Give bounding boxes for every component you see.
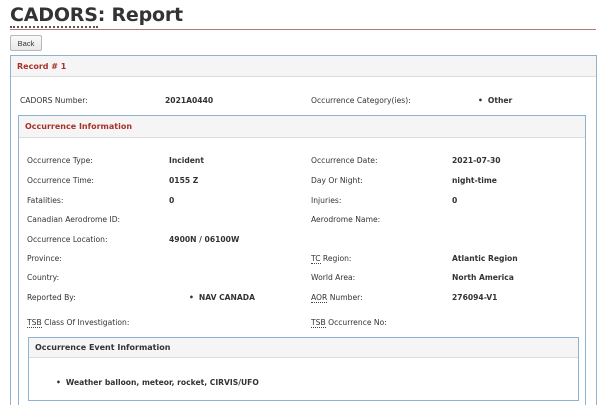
occurrence-information-header: Occurrence Information	[19, 116, 585, 138]
country-label: Country:	[27, 273, 60, 282]
tsb-occurrence-label-rest: Occurrence No:	[325, 318, 387, 327]
aor-number-label: AOR Number:	[311, 293, 363, 303]
day-or-night-label: Day Or Night:	[311, 176, 363, 185]
cadors-number-value: 2021A0440	[165, 96, 214, 105]
world-area-label: World Area:	[311, 273, 356, 282]
tc-region-label-rest: Region:	[320, 254, 352, 263]
back-button[interactable]: Back	[10, 35, 42, 51]
aor-number-value: 276094-V1	[452, 293, 498, 302]
occurrence-event-information-panel: Occurrence Event Information	[28, 337, 579, 401]
aerodrome-name-label: Aerodrome Name:	[311, 215, 381, 224]
occurrence-type-value: Incident	[169, 156, 204, 165]
occurrence-time-label: Occurrence Time:	[27, 176, 94, 185]
occurrence-time-value: 0155 Z	[169, 176, 199, 185]
tc-region-label: TC Region:	[311, 254, 352, 264]
reported-by-label: Reported By:	[27, 293, 76, 302]
aor-abbreviation: AOR	[311, 293, 328, 303]
world-area-value: North America	[452, 273, 514, 282]
occurrence-date-value: 2021-07-30	[452, 156, 501, 165]
day-or-night-value: night-time	[452, 176, 497, 185]
fatalities-label: Fatalities:	[27, 196, 64, 205]
record-header: Record # 1	[11, 56, 596, 77]
tsb-abbreviation: TSB	[311, 318, 326, 328]
occurrence-event-information-header: Occurrence Event Information	[29, 338, 578, 358]
aor-number-label-rest: Number:	[327, 293, 363, 302]
tc-region-value: Atlantic Region	[452, 254, 518, 263]
cadors-number-label: CADORS Number:	[20, 96, 88, 105]
tsb-class-of-investigation-label: TSB Class Of Investigation:	[27, 318, 130, 328]
page-title: CADORS: Report	[10, 4, 183, 28]
title-divider	[10, 29, 596, 30]
injuries-value: 0	[452, 196, 458, 205]
tsb-abbreviation: TSB	[27, 318, 42, 328]
province-label: Province:	[27, 254, 62, 263]
occurrence-category-value: Other	[478, 96, 512, 105]
injuries-label: Injuries:	[311, 196, 342, 205]
fatalities-value: 0	[169, 196, 175, 205]
cadors-abbreviation: CADORS	[10, 4, 98, 28]
canadian-aerodrome-id-label: Canadian Aerodrome ID:	[27, 215, 121, 224]
tsb-occurrence-no-label: TSB Occurrence No:	[311, 318, 387, 328]
occurrence-type-label: Occurrence Type:	[27, 156, 93, 165]
event-list-item: Weather balloon, meteor, rocket, CIRVIS/…	[56, 378, 259, 387]
occurrence-category-label: Occurrence Category(ies):	[311, 96, 411, 105]
tc-abbreviation: TC	[311, 254, 321, 264]
occurrence-location-value: 4900N / 06100W	[169, 235, 240, 244]
occurrence-date-label: Occurrence Date:	[311, 156, 378, 165]
tsb-class-label-rest: Class Of Investigation:	[41, 318, 130, 327]
page-title-rest: : Report	[97, 4, 183, 26]
reported-by-value: NAV CANADA	[189, 293, 255, 302]
occurrence-location-label: Occurrence Location:	[27, 235, 108, 244]
